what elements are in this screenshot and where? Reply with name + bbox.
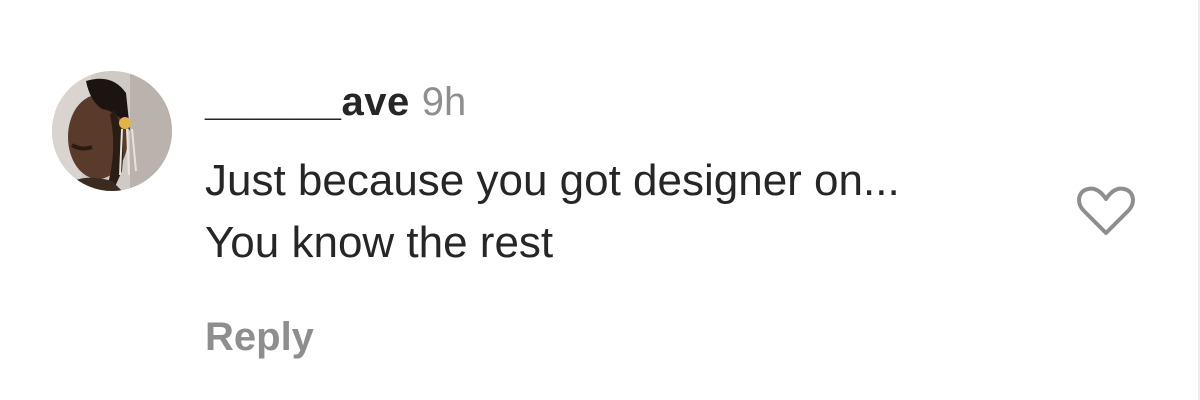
comment-item: ______ave 9h Just because you got designe… [0,0,1200,400]
comment-text-line: You know the rest [205,218,554,267]
avatar[interactable] [52,71,172,191]
timestamp: 9h [421,80,467,124]
username-link[interactable]: ______ave [205,80,410,124]
avatar-image [52,71,172,191]
comment-text-line: Just because you got designer on... [205,156,900,205]
comment-body: Just because you got designer on... You … [205,150,900,274]
heart-outline-icon [1077,186,1135,235]
reply-button[interactable]: Reply [205,315,314,360]
comment-meta: ______ave 9h [205,80,466,136]
like-button[interactable] [1072,183,1140,239]
